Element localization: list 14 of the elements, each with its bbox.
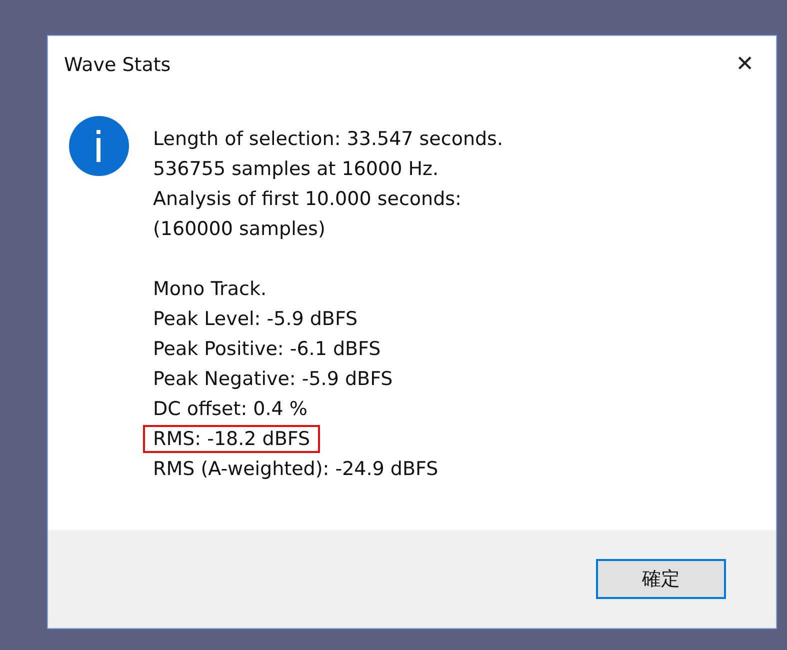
stat-line: (160000 samples) — [153, 217, 326, 241]
stat-line: Peak Negative: -5.9 dBFS — [153, 367, 393, 391]
stat-line: Length of selection: 33.547 seconds. — [153, 127, 503, 151]
window-title: Wave Stats — [64, 52, 171, 78]
stat-line: Mono Track. — [153, 277, 266, 301]
stat-line: RMS (A-weighted): -24.9 dBFS — [153, 457, 438, 481]
close-button[interactable]: ✕ — [732, 54, 758, 76]
stat-line: Peak Positive: -6.1 dBFS — [153, 337, 381, 361]
stat-line: Analysis of first 10.000 seconds: — [153, 187, 462, 211]
ok-button[interactable]: 確定 — [596, 559, 726, 599]
info-icon — [69, 116, 129, 176]
stat-line: 536755 samples at 16000 Hz. — [153, 157, 439, 181]
stat-line: Peak Level: -5.9 dBFS — [153, 307, 358, 331]
stat-line: DC offset: 0.4 % — [153, 397, 308, 421]
